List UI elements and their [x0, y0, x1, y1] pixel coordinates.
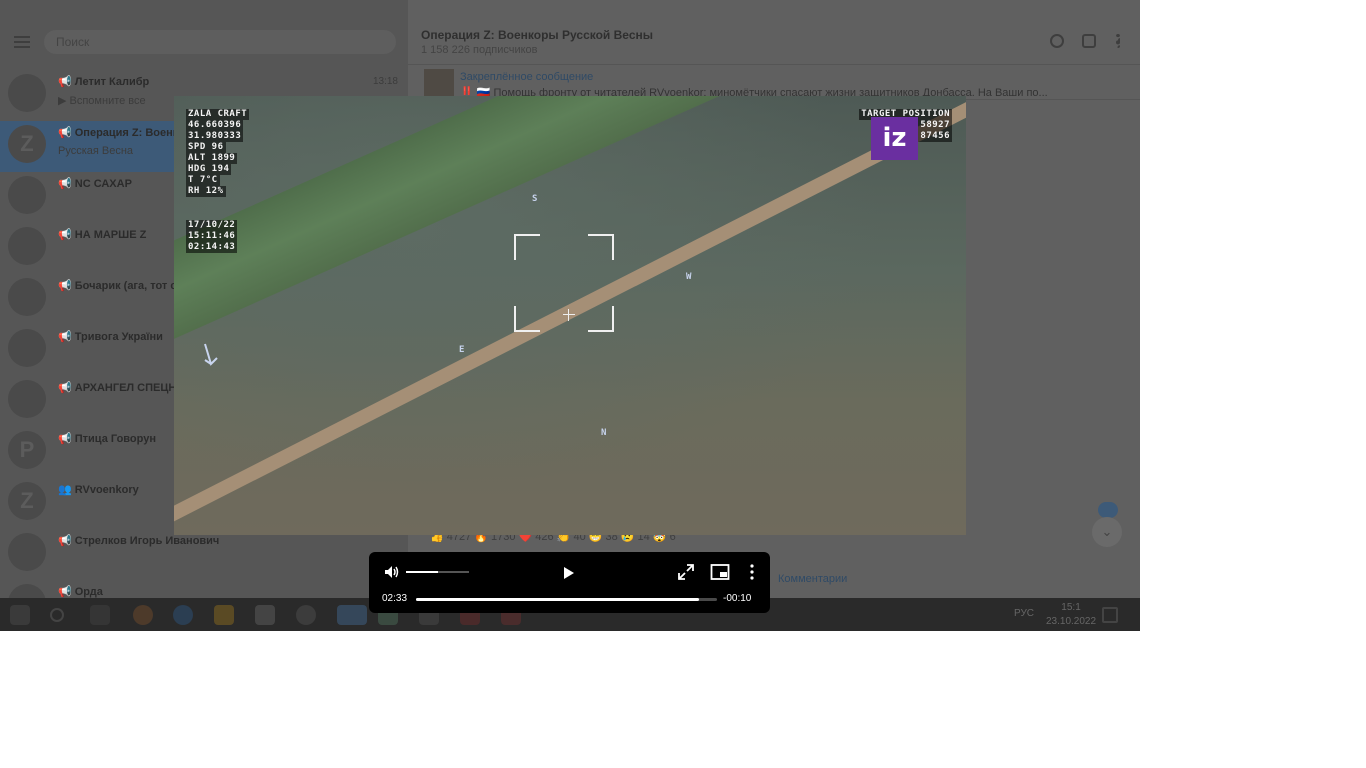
- more-options-icon[interactable]: [747, 563, 757, 581]
- video-frame[interactable]: ZALA CRAFT 46.660396 31.980333 SPD 96 ALT 18…: [174, 96, 966, 535]
- volume-level: [406, 571, 438, 573]
- sidebar-header: Поиск: [0, 0, 408, 70]
- osd-line: T 7°C: [186, 175, 220, 186]
- chrome-icon[interactable]: [133, 605, 153, 625]
- chat-avatar: [8, 329, 46, 367]
- chat-name: 👥 RVvoenkory: [58, 484, 139, 496]
- telemetry-overlay: ZALA CRAFT 46.660396 31.980333 SPD 96 ALT 18…: [186, 109, 250, 197]
- chat-avatar: [8, 278, 46, 316]
- video-controls: 02:33 -00:10: [369, 552, 770, 613]
- pinned-thumbnail: [424, 69, 454, 99]
- channel-title: Операция Z: Военкоры Русской Весны: [421, 28, 653, 42]
- file-explorer-icon[interactable]: [214, 605, 234, 625]
- osd-line: 17/10/22: [186, 220, 238, 231]
- store-icon[interactable]: [255, 605, 275, 625]
- search-icon[interactable]: [1050, 34, 1064, 48]
- osd-line: 02:14:43: [186, 242, 238, 253]
- progress-bar[interactable]: [416, 598, 717, 601]
- scroll-down-button[interactable]: ⌄: [1092, 517, 1122, 547]
- chat-name: 📢 Тривога України: [58, 331, 163, 343]
- osd-line: 58927: [918, 120, 952, 131]
- subscriber-count: 1 158 226 подписчиков: [421, 44, 538, 56]
- sidebar-toggle-icon[interactable]: [1082, 34, 1096, 48]
- search-icon[interactable]: [50, 608, 64, 622]
- play-button[interactable]: [559, 564, 577, 582]
- chat-name: 📢 Птица Говорун: [58, 433, 156, 445]
- progress-fill: [416, 598, 699, 601]
- volume-icon[interactable]: [383, 564, 399, 580]
- iz-logo: iz: [871, 117, 918, 160]
- windows-start-icon[interactable]: [10, 605, 30, 625]
- task-view-icon[interactable]: [90, 605, 110, 625]
- comments-link[interactable]: Комментарии: [778, 573, 847, 585]
- chat-avatar: [8, 176, 46, 214]
- osd-line: 46.660396: [186, 120, 244, 131]
- chat-name: 📢 Орда: [58, 586, 103, 598]
- volume-slider[interactable]: [406, 571, 469, 573]
- crosshair-icon: [563, 309, 575, 321]
- chat-avatar: P: [8, 431, 46, 469]
- compass-south: S: [532, 194, 538, 204]
- more-vertical-icon[interactable]: [1116, 34, 1120, 48]
- notifications-icon[interactable]: [1102, 607, 1118, 623]
- osd-line: HDG 194: [186, 164, 232, 175]
- system-clock[interactable]: 15:1 23.10.2022: [1046, 601, 1096, 629]
- chat-list-item[interactable]: 📢 Стрелков Игорь Иванович: [0, 529, 408, 580]
- chat-avatar: [8, 380, 46, 418]
- chat-avatar: [8, 74, 46, 112]
- osd-line: 15:11:46: [186, 231, 238, 242]
- hp-icon[interactable]: [296, 605, 316, 625]
- current-time: 02:33: [382, 593, 408, 604]
- osd-line: ALT 1899: [186, 153, 238, 164]
- chat-name: 📢 NC САХАР: [58, 178, 132, 190]
- pinned-label: Закреплённое сообщение: [460, 71, 594, 83]
- compass-north: N: [601, 428, 607, 438]
- chat-name: 📢 АРХАНГЕЛ СПЕЦНА: [58, 382, 185, 394]
- edge-icon[interactable]: [173, 605, 193, 625]
- chat-time: 13:18: [372, 76, 398, 87]
- compass-east: E: [459, 345, 465, 355]
- compass-west: W: [686, 272, 692, 282]
- timestamp-overlay: 17/10/22 15:11:46 02:14:43: [186, 220, 238, 253]
- chat-avatar: Z: [8, 482, 46, 520]
- hamburger-menu-icon[interactable]: [14, 36, 30, 48]
- chat-header: Операция Z: Военкоры Русской Весны 1 158…: [408, 0, 1140, 62]
- chat-avatar: Z: [8, 125, 46, 163]
- remaining-time: -00:10: [723, 593, 752, 604]
- search-input[interactable]: Поиск: [44, 30, 396, 54]
- app-badge-icon[interactable]: [337, 605, 367, 625]
- fullscreen-icon[interactable]: [677, 563, 695, 581]
- osd-line: 87456: [918, 131, 952, 142]
- osd-line: ZALA CRAFT: [186, 109, 250, 120]
- clock-date: 23.10.2022: [1046, 616, 1097, 627]
- unread-badge: [1098, 502, 1118, 518]
- chat-avatar: [8, 533, 46, 571]
- chat-name: 📢 Летит Калибр: [58, 76, 150, 88]
- clock-time: 15:1: [1061, 602, 1081, 613]
- osd-line: RH 12%: [186, 186, 226, 197]
- chat-name: 📢 НА МАРШЕ Z: [58, 229, 147, 241]
- osd-line: SPD 96: [186, 142, 226, 153]
- chat-name: 📢 Бочарик (ага, тот с: [58, 280, 177, 292]
- north-arrow-icon: [204, 343, 218, 366]
- chat-name: 📢 Стрелков Игорь Иванович: [58, 535, 220, 547]
- desktop-screen: Поиск 📢 Летит Калибр ▶ Вспомните все 13:18…: [0, 0, 1140, 631]
- keyboard-language[interactable]: РУС: [1014, 608, 1034, 619]
- chat-avatar: [8, 227, 46, 265]
- picture-in-picture-icon[interactable]: [710, 563, 730, 581]
- osd-line: 31.980333: [186, 131, 244, 142]
- pinned-message-bar[interactable]: Закреплённое сообщение ‼️ 🇷🇺 Помощь фрон…: [408, 64, 1140, 100]
